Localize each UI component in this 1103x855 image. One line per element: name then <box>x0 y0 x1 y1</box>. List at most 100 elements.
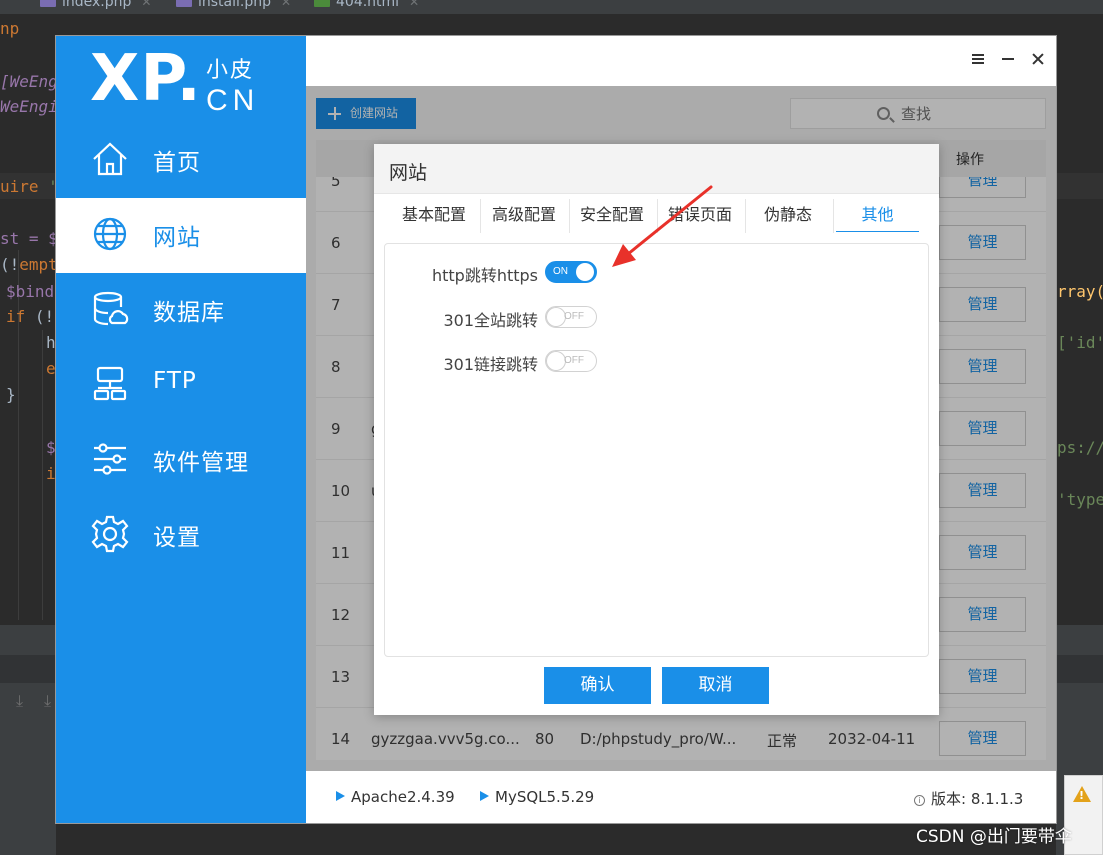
download-icon[interactable]: ⤓ <box>16 691 23 711</box>
confirm-button[interactable]: 确认 <box>544 667 651 704</box>
ide-tool-panel: ⤓ ⤓ <box>0 625 56 855</box>
sidebar-item-home[interactable]: 首页 <box>56 123 306 198</box>
version-info: i 版本: 8.1.1.3 <box>914 788 1023 809</box>
option-label: http跳转https <box>431 266 538 285</box>
ide-tab-index[interactable]: index.php ✕ <box>40 0 151 10</box>
ide-tab-bar: index.php ✕ install.php ✕ 404.html ✕ <box>0 0 1103 14</box>
tab-label: 安全配置 <box>579 205 644 224</box>
apache-version: Apache2.4.39 <box>351 788 455 806</box>
ide-tab-label: 404.html <box>336 0 400 10</box>
code-text: ps:// <box>1057 438 1103 457</box>
sidebar-item-settings[interactable]: 设置 <box>56 498 306 573</box>
sidebar-item-software[interactable]: 软件管理 <box>56 423 306 498</box>
mysql-status[interactable]: MySQL5.5.29 <box>480 788 594 806</box>
sidebar-item-label: FTP <box>153 368 197 394</box>
option-301-site-redirect: 301全站跳转 OFF <box>385 306 930 330</box>
indent-guide <box>42 330 43 620</box>
sidebar: XP. 小皮 CN 首页 网站 数据库 FTP 软件管理 设置 <box>56 36 306 823</box>
sidebar-item-label: 软件管理 <box>153 450 249 476</box>
code-text: h <box>46 333 56 352</box>
http-to-https-toggle[interactable]: ON <box>545 261 597 283</box>
tab-other[interactable]: 其他 <box>836 202 919 232</box>
option-301-link-redirect: 301链接跳转 OFF <box>385 350 930 374</box>
download-icon[interactable]: ⤓ <box>44 691 51 711</box>
toggle-state-text: ON <box>553 266 568 277</box>
code-text: st = <box>0 229 49 248</box>
close-icon[interactable]: ✕ <box>281 0 291 9</box>
ide-tab-label: install.php <box>198 0 272 10</box>
apache-status[interactable]: Apache2.4.39 <box>336 788 455 806</box>
window-controls <box>970 49 1046 69</box>
tab-divider <box>833 199 834 233</box>
tab-label: 伪静态 <box>763 205 812 224</box>
gear-icon <box>91 515 129 553</box>
toggle-knob <box>547 308 565 326</box>
code-text: i <box>46 464 56 483</box>
code-text: uire <box>0 177 49 196</box>
sidebar-item-website[interactable]: 网站 <box>56 198 306 273</box>
code-text: np <box>0 19 20 38</box>
code-text: if <box>6 307 26 326</box>
tab-label: 基本配置 <box>401 205 466 224</box>
tab-label: 错误页面 <box>667 205 732 224</box>
close-icon[interactable]: ✕ <box>141 0 151 9</box>
code-text: WeEngi <box>0 97 58 116</box>
code-text: ['id' <box>1057 333 1103 352</box>
html-file-icon <box>314 0 330 7</box>
toggle-knob <box>576 263 594 281</box>
database-icon <box>93 291 129 326</box>
warning-icon <box>1073 786 1091 802</box>
php-file-icon <box>40 0 56 7</box>
tab-basic-config[interactable]: 基本配置 <box>394 202 474 232</box>
sidebar-item-label: 网站 <box>153 225 201 251</box>
info-icon: i <box>914 795 925 806</box>
options-panel: http跳转https ON 301全站跳转 OFF 301链接跳转 OFF <box>384 243 929 657</box>
sliders-icon <box>94 443 126 475</box>
code-right-editor: rray( ['id' ps:// 'type <box>1057 0 1103 509</box>
code-text: [WeEng <box>0 72 58 91</box>
tab-advanced-config[interactable]: 高级配置 <box>484 202 564 232</box>
status-bar: Apache2.4.39 MySQL5.5.29 i 版本: 8.1.1.3 <box>306 771 1056 823</box>
code-text: (! <box>25 307 55 326</box>
play-icon <box>336 791 345 801</box>
tab-label: 其他 <box>861 205 894 224</box>
ide-tool-strip <box>0 655 56 683</box>
watermark: CSDN @出门要带伞 <box>916 827 1072 847</box>
tab-divider <box>480 199 481 233</box>
link-redirect-toggle[interactable]: OFF <box>545 350 597 372</box>
tab-divider <box>569 199 570 233</box>
ide-tab-install[interactable]: install.php ✕ <box>176 0 291 10</box>
code-text: $ <box>46 438 56 457</box>
menu-icon[interactable] <box>970 49 986 69</box>
sidebar-item-ftp[interactable]: FTP <box>56 348 306 423</box>
sidebar-item-label: 首页 <box>153 150 201 176</box>
code-text: e <box>46 359 56 378</box>
mysql-version: MySQL5.5.29 <box>495 788 595 806</box>
home-icon <box>93 142 127 176</box>
sidebar-item-database[interactable]: 数据库 <box>56 273 306 348</box>
tab-rewrite[interactable]: 伪静态 <box>748 202 828 232</box>
dialog-title: 网站 <box>389 162 428 184</box>
logo-text: XP. <box>90 42 202 116</box>
code-text: rray( <box>1057 282 1103 301</box>
logo-text: 小皮 <box>206 58 255 83</box>
site-redirect-toggle[interactable]: OFF <box>545 306 597 328</box>
cancel-button[interactable]: 取消 <box>662 667 769 704</box>
code-left-editor: np [WeEng WeEngi uire ' st = $ (!empt $b… <box>0 0 58 483</box>
toggle-state-text: OFF <box>564 311 584 322</box>
tab-label: 高级配置 <box>491 205 556 224</box>
sidebar-item-label: 数据库 <box>153 300 225 326</box>
current-line-highlight <box>1056 173 1103 199</box>
php-file-icon <box>176 0 192 7</box>
tab-divider <box>657 199 658 233</box>
tab-error-pages[interactable]: 错误页面 <box>660 202 740 232</box>
ide-tab-404[interactable]: 404.html ✕ <box>314 0 419 10</box>
close-icon[interactable] <box>1030 49 1046 69</box>
minimize-icon[interactable] <box>1000 49 1016 69</box>
ide-tool-strip <box>1056 655 1103 683</box>
toggle-knob <box>547 352 565 370</box>
toggle-state-text: OFF <box>564 355 584 366</box>
tab-security-config[interactable]: 安全配置 <box>572 202 652 232</box>
close-icon[interactable]: ✕ <box>409 0 419 9</box>
option-http-to-https: http跳转https ON <box>385 261 930 285</box>
